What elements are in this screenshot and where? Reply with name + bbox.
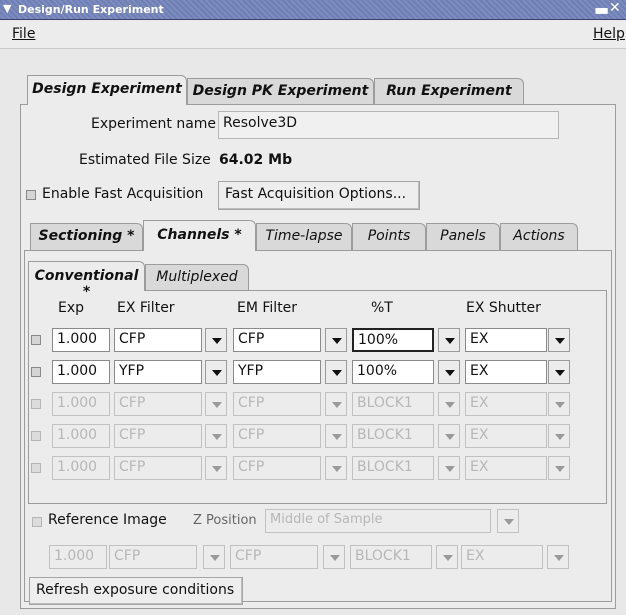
percent-t-dropdown-icon[interactable]	[438, 328, 460, 352]
tab-conventional[interactable]: Conventional *	[28, 261, 145, 300]
percent-t-select[interactable]: 100%	[352, 328, 434, 352]
experiment-name-input[interactable]: Resolve3D	[218, 111, 559, 139]
tab-channels[interactable]: Channels *	[143, 220, 256, 251]
tab-sectioning[interactable]: Sectioning *	[30, 223, 143, 250]
exp-input[interactable]: 1.000	[52, 360, 110, 384]
ex-filter-select[interactable]: CFP	[114, 424, 202, 448]
fast-acquisition-label: Enable Fast Acquisition	[42, 186, 204, 202]
tab-run-experiment[interactable]: Run Experiment	[374, 78, 524, 105]
fast-acquisition-checkbox[interactable]	[26, 190, 36, 200]
row-checkbox[interactable]	[31, 335, 41, 345]
ex-shutter-select[interactable]: EX	[465, 392, 547, 416]
ref-percent-t-dropdown-icon[interactable]	[436, 545, 458, 569]
percent-t-dropdown-icon[interactable]	[438, 424, 460, 448]
ref-em-filter-dropdown-icon[interactable]	[323, 545, 345, 569]
em-filter-select[interactable]: CFP	[233, 424, 321, 448]
minimize-icon[interactable]: ▬	[594, 0, 609, 19]
ex-shutter-select[interactable]: EX	[465, 360, 547, 384]
ex-filter-select[interactable]: CFP	[114, 328, 202, 352]
ex-shutter-select[interactable]: EX	[465, 456, 547, 480]
tab-actions[interactable]: Actions	[500, 223, 578, 250]
tab-design-experiment[interactable]: Design Experiment	[27, 75, 187, 105]
tab-panels[interactable]: Panels	[426, 223, 500, 250]
header-percent-t: %T	[371, 300, 393, 316]
exp-input[interactable]: 1.000	[52, 392, 110, 416]
em-filter-select[interactable]: YFP	[233, 360, 321, 384]
percent-t-dropdown-icon[interactable]	[438, 392, 460, 416]
file-size-label: Estimated File Size	[79, 152, 211, 168]
row-checkbox[interactable]	[31, 399, 41, 409]
header-exp: Exp	[58, 300, 85, 316]
ref-em-filter-select[interactable]: CFP	[230, 545, 318, 569]
ref-percent-t-select[interactable]: BLOCK1	[350, 545, 432, 569]
ex-shutter-dropdown-icon[interactable]	[548, 456, 570, 480]
ex-shutter-dropdown-icon[interactable]	[548, 424, 570, 448]
percent-t-dropdown-icon[interactable]	[438, 360, 460, 384]
percent-t-select[interactable]: BLOCK1	[352, 456, 434, 480]
percent-t-select[interactable]: 100%	[352, 360, 434, 384]
header-em-filter: EM Filter	[237, 300, 298, 316]
ref-ex-filter-dropdown-icon[interactable]	[203, 545, 225, 569]
z-position-select[interactable]: Middle of Sample	[265, 509, 491, 533]
em-filter-dropdown-icon[interactable]	[325, 392, 347, 416]
fast-acquisition-options-button[interactable]: Fast Acquisition Options...	[218, 181, 420, 210]
row-checkbox[interactable]	[31, 367, 41, 377]
ref-ex-filter-select[interactable]: CFP	[109, 545, 197, 569]
tab-multiplexed[interactable]: Multiplexed	[145, 264, 249, 291]
menu-bar: File Help	[0, 21, 626, 49]
ex-filter-dropdown-icon[interactable]	[205, 424, 227, 448]
menu-help[interactable]: Help	[593, 26, 625, 42]
z-position-dropdown-icon[interactable]	[497, 509, 519, 533]
ex-shutter-dropdown-icon[interactable]	[548, 392, 570, 416]
tab-time-lapse[interactable]: Time-lapse	[256, 223, 352, 250]
ex-filter-select[interactable]: YFP	[114, 360, 202, 384]
exp-input[interactable]: 1.000	[52, 424, 110, 448]
ex-filter-select[interactable]: CFP	[114, 392, 202, 416]
exp-input[interactable]: 1.000	[52, 328, 110, 352]
ex-filter-dropdown-icon[interactable]	[205, 456, 227, 480]
percent-t-select[interactable]: BLOCK1	[352, 392, 434, 416]
ex-filter-select[interactable]: CFP	[114, 456, 202, 480]
exp-input[interactable]: 1.000	[52, 456, 110, 480]
window-title: Design/Run Experiment	[18, 3, 164, 16]
em-filter-select[interactable]: CFP	[233, 456, 321, 480]
z-position-label: Z Position	[193, 513, 257, 528]
row-checkbox[interactable]	[31, 463, 41, 473]
tab-design-pk-experiment[interactable]: Design PK Experiment	[187, 78, 374, 105]
percent-t-dropdown-icon[interactable]	[438, 456, 460, 480]
row-checkbox[interactable]	[31, 431, 41, 441]
file-size-value: 64.02 Mb	[219, 152, 293, 168]
em-filter-dropdown-icon[interactable]	[325, 328, 347, 352]
em-filter-dropdown-icon[interactable]	[325, 424, 347, 448]
ex-filter-dropdown-icon[interactable]	[205, 328, 227, 352]
em-filter-select[interactable]: CFP	[233, 328, 321, 352]
percent-t-select[interactable]: BLOCK1	[352, 424, 434, 448]
experiment-name-label: Experiment name	[91, 116, 217, 132]
ref-ex-shutter-select[interactable]: EX	[461, 545, 543, 569]
ex-shutter-select[interactable]: EX	[465, 424, 547, 448]
em-filter-select[interactable]: CFP	[233, 392, 321, 416]
em-filter-dropdown-icon[interactable]	[325, 360, 347, 384]
ex-filter-dropdown-icon[interactable]	[205, 360, 227, 384]
ref-exp-input[interactable]: 1.000	[49, 545, 107, 569]
title-bar: ▼ Design/Run Experiment ▬ ✕	[0, 0, 626, 20]
ex-shutter-dropdown-icon[interactable]	[548, 328, 570, 352]
window-menu-icon[interactable]: ▼	[3, 2, 11, 15]
menu-file[interactable]: File	[12, 26, 35, 42]
header-ex-shutter: EX Shutter	[466, 300, 541, 316]
reference-image-label: Reference Image	[48, 512, 167, 528]
close-icon[interactable]: ✕	[609, 0, 621, 16]
tab-points[interactable]: Points	[352, 223, 426, 250]
reference-image-checkbox[interactable]	[32, 517, 42, 527]
ex-shutter-dropdown-icon[interactable]	[548, 360, 570, 384]
em-filter-dropdown-icon[interactable]	[325, 456, 347, 480]
ref-ex-shutter-dropdown-icon[interactable]	[547, 545, 569, 569]
header-ex-filter: EX Filter	[117, 300, 175, 316]
ex-filter-dropdown-icon[interactable]	[205, 392, 227, 416]
refresh-exposure-button[interactable]: Refresh exposure conditions	[29, 577, 243, 605]
ex-shutter-select[interactable]: EX	[465, 328, 547, 352]
